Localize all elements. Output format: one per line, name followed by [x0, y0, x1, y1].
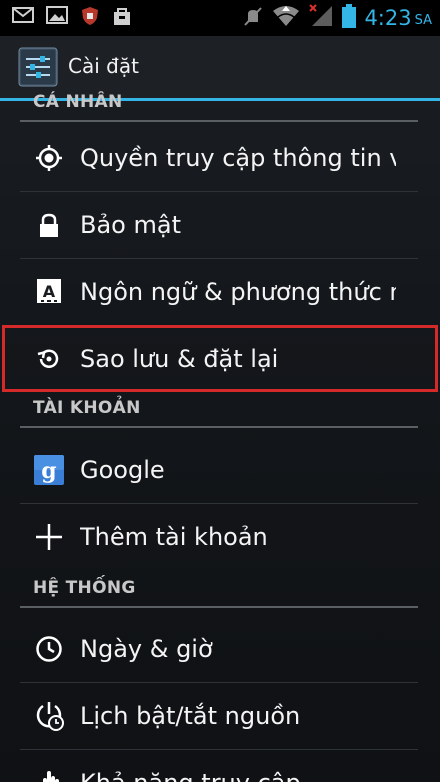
settings-item-label: Lịch bật/tắt nguồn — [80, 701, 301, 730]
section-header-personal: CÁ NHÂN — [20, 88, 418, 122]
clock-icon — [34, 634, 64, 664]
system-indicators: 4:23 SA — [242, 4, 432, 32]
notification-icons — [12, 6, 132, 26]
signal-no-service-icon — [308, 4, 334, 32]
settings-item-label: Bảo mật — [80, 210, 181, 239]
keyboard-a-icon: A — [34, 277, 64, 307]
settings-item-power-schedule[interactable]: Lịch bật/tắt nguồn — [20, 682, 418, 749]
shield-app-icon — [80, 6, 100, 26]
store-bag-icon — [112, 6, 132, 26]
settings-item-label: Google — [80, 455, 165, 484]
google-g-icon: g — [34, 454, 64, 485]
location-target-icon — [34, 143, 64, 173]
lock-icon — [34, 210, 64, 240]
svg-text:A: A — [43, 282, 56, 301]
selection-highlight — [2, 325, 438, 392]
settings-item-security[interactable]: Bảo mật — [20, 191, 418, 258]
settings-item-language-input[interactable]: A Ngôn ngữ & phương thức nhập — [20, 258, 418, 325]
settings-item-label: Khả năng truy cập — [80, 769, 396, 782]
settings-item-label: Thêm tài khoản — [80, 522, 268, 551]
wifi-icon — [272, 5, 300, 31]
status-bar: 4:23 SA — [0, 0, 440, 36]
page-title: Cài đặt — [68, 54, 139, 78]
clock-time: 4:23 — [364, 6, 412, 30]
svg-text:g: g — [41, 458, 56, 484]
plus-icon — [34, 522, 64, 552]
settings-item-label: Quyền truy cập thông tin vị trí — [80, 143, 396, 172]
settings-sliders-icon[interactable] — [18, 47, 58, 91]
battery-icon — [342, 4, 357, 32]
hand-icon — [34, 768, 64, 782]
settings-item-label: Ngày & giờ — [80, 634, 213, 663]
clock-ampm: SA — [414, 12, 432, 28]
section-header-system: HỆ THỐNG — [20, 574, 418, 608]
power-clock-icon — [34, 701, 64, 731]
settings-item-google[interactable]: g Google — [20, 436, 418, 503]
gallery-icon — [46, 6, 68, 26]
gmail-icon — [12, 6, 34, 26]
section-header-accounts: TÀI KHOẢN — [20, 394, 418, 428]
mute-icon — [242, 5, 264, 31]
settings-item-accessibility[interactable]: Khả năng truy cập — [20, 749, 418, 782]
settings-item-location[interactable]: Quyền truy cập thông tin vị trí — [20, 124, 418, 191]
settings-item-date-time[interactable]: Ngày & giờ — [20, 615, 418, 682]
settings-item-label: Ngôn ngữ & phương thức nhập — [80, 277, 396, 306]
settings-item-add-account[interactable]: Thêm tài khoản — [20, 503, 418, 570]
settings-screen: 4:23 SA Cài đặt CÁ NHÂN Quyền truy cập t… — [0, 0, 440, 782]
